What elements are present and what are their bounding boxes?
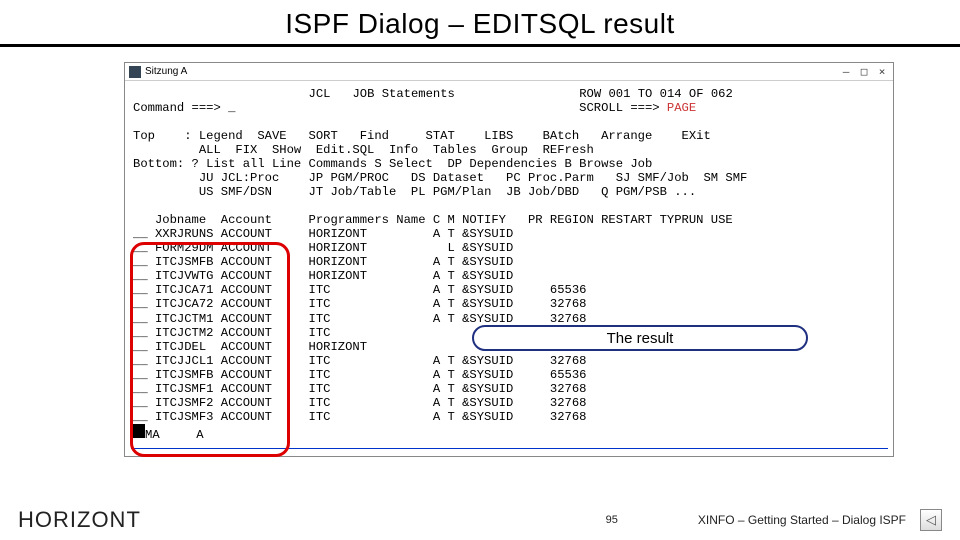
- scroll-label: SCROLL ===>: [579, 101, 667, 115]
- table-row[interactable]: __ ITCJDEL ACCOUNT HORIZONT: [133, 340, 367, 354]
- terminal-body: JCL JOB Statements ROW 001 TO 014 OF 062…: [125, 81, 893, 448]
- table-row[interactable]: __ ITCJSMF1 ACCOUNT ITC A T &SYSUID 3276…: [133, 382, 586, 396]
- cursor-block: [133, 424, 145, 438]
- table-row[interactable]: __ FORM29DM ACCOUNT HORIZONT L &SYSUID: [133, 241, 513, 255]
- page-title: ISPF Dialog – EDITSQL result: [0, 0, 960, 44]
- scroll-value[interactable]: PAGE: [667, 101, 696, 115]
- table-row[interactable]: __ ITCJCA71 ACCOUNT ITC A T &SYSUID 6553…: [133, 283, 586, 297]
- slide-footer: HORIZONT 95 XINFO – Getting Started – Di…: [0, 500, 960, 540]
- app-icon: [129, 66, 141, 78]
- hdr-jcl: [133, 87, 309, 101]
- hdr-jcl-label: JCL: [309, 87, 331, 101]
- menu-top-label: Top :: [133, 129, 192, 143]
- hdr-jobstmt: JOB Statements: [352, 87, 454, 101]
- callout-text: The result: [607, 330, 674, 347]
- menu-bottom-label: Bottom:: [133, 157, 184, 171]
- menu-top-row1[interactable]: Legend SAVE SORT Find STAT LIBS BAtch Ar…: [192, 129, 711, 143]
- window-title: Sitzung A: [145, 66, 187, 77]
- close-button[interactable]: ×: [875, 65, 889, 78]
- window-titlebar: Sitzung A – □ ×: [125, 63, 893, 81]
- table-row[interactable]: __ ITCJCTM2 ACCOUNT ITC: [133, 326, 330, 340]
- table-row[interactable]: __ ITCJSMF3 ACCOUNT ITC A T &SYSUID 3276…: [133, 410, 586, 424]
- terminal-bottom-rule: [131, 448, 888, 449]
- minimize-button[interactable]: –: [839, 65, 853, 78]
- terminal-window: Sitzung A – □ × JCL JOB Statements ROW 0…: [124, 62, 894, 457]
- menu-bottom-row2[interactable]: JU JCL:Proc JP PGM/PROC DS Dataset PC Pr…: [192, 171, 748, 185]
- table-row[interactable]: __ ITCJVWTG ACCOUNT HORIZONT A T &SYSUID: [133, 269, 513, 283]
- table-row[interactable]: __ ITCJSMF2 ACCOUNT ITC A T &SYSUID 3276…: [133, 396, 586, 410]
- table-row[interactable]: __ ITCJJCL1 ACCOUNT ITC A T &SYSUID 3276…: [133, 354, 586, 368]
- title-underline: [0, 44, 960, 47]
- table-row[interactable]: __ ITCJCA72 ACCOUNT ITC A T &SYSUID 3276…: [133, 297, 586, 311]
- column-headers: Jobname Account Programmers Name C M NOT…: [133, 213, 733, 227]
- menu-bottom-row1[interactable]: ? List all Line Commands S Select DP Dep…: [184, 157, 652, 171]
- status-ma: MA: [145, 428, 160, 442]
- prev-slide-button[interactable]: ◁: [920, 509, 942, 531]
- page-number: 95: [606, 514, 618, 526]
- course-title: XINFO – Getting Started – Dialog ISPF: [698, 513, 906, 527]
- menu-bottom-row3[interactable]: US SMF/DSN JT Job/Table PL PGM/Plan JB J…: [192, 185, 697, 199]
- callout-bubble: The result: [472, 325, 808, 351]
- status-a: A: [196, 428, 203, 442]
- command-prompt[interactable]: Command ===> _: [133, 101, 235, 115]
- table-row[interactable]: __ ITCJSMFB ACCOUNT ITC A T &SYSUID 6553…: [133, 368, 586, 382]
- table-row[interactable]: __ ITCJSMFB ACCOUNT HORIZONT A T &SYSUID: [133, 255, 513, 269]
- row-counter: ROW 001 TO 014 OF 062: [579, 87, 733, 101]
- maximize-button[interactable]: □: [857, 65, 871, 78]
- brand-logo: HORIZONT: [18, 507, 141, 533]
- menu-top-row2[interactable]: ALL FIX SHow Edit.SQL Info Tables Group …: [192, 143, 594, 157]
- table-row[interactable]: __ XXRJRUNS ACCOUNT HORIZONT A T &SYSUID: [133, 227, 513, 241]
- table-row[interactable]: __ ITCJCTM1 ACCOUNT ITC A T &SYSUID 3276…: [133, 312, 586, 326]
